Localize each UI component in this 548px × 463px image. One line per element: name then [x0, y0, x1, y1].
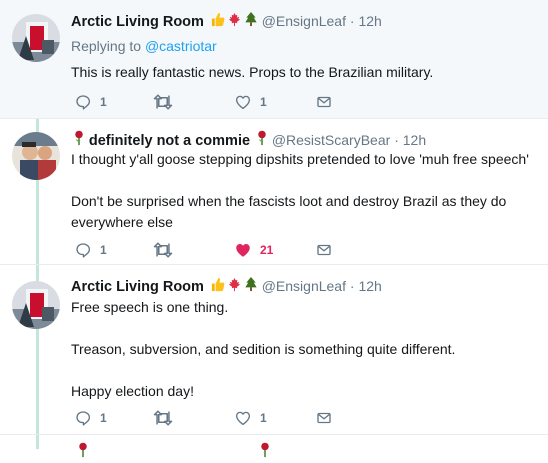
- user-handle[interactable]: @EnsignLeaf: [262, 13, 346, 29]
- retweet-icon: [153, 410, 173, 426]
- tweet-paragraph: I thought y'all goose stepping dipshits …: [71, 151, 529, 167]
- retweet-icon: [153, 242, 173, 258]
- separator-dot: ·: [349, 13, 355, 29]
- evergreen-tree-icon: [244, 276, 258, 298]
- retweet-button[interactable]: [152, 408, 182, 428]
- replying-to-context: Replying to @castriotar: [71, 38, 217, 54]
- timestamp[interactable]: 12h: [358, 278, 381, 294]
- envelope-icon: [317, 412, 331, 424]
- like-count: 1: [260, 95, 267, 109]
- evergreen-tree-icon: [244, 11, 258, 33]
- tweet-text: Free speech is one thing. Treason, subve…: [71, 297, 538, 402]
- like-count: 1: [260, 411, 267, 425]
- thumbs-up-icon: [210, 276, 225, 298]
- tweet-paragraph: This is really fantastic news. Props to …: [71, 64, 434, 80]
- tweet-paragraph: Don't be surprised when the fascists loo…: [71, 193, 507, 230]
- heart-outline-icon: [235, 95, 251, 110]
- tweet-header: definitely not a commie @ResistScaryBear…: [71, 129, 540, 151]
- tweet-paragraph: Treason, subversion, and sedition is som…: [71, 341, 456, 357]
- timestamp[interactable]: 12h: [358, 13, 381, 29]
- reply-count: 1: [100, 95, 107, 109]
- reply-count: 1: [100, 411, 107, 425]
- rose-icon: [77, 442, 89, 463]
- retweet-button[interactable]: [152, 240, 182, 260]
- tweet-header: Arctic Living Room @EnsignLeaf · 12h: [71, 275, 540, 297]
- separator-dot: ·: [394, 132, 399, 148]
- direct-message-button[interactable]: [315, 92, 333, 112]
- tweet-paragraph: Happy election day!: [71, 383, 194, 399]
- separator-dot: ·: [349, 278, 355, 294]
- reply-icon: [76, 243, 91, 258]
- reply-count: 1: [100, 243, 107, 257]
- maple-leaf-icon: [227, 11, 242, 33]
- avatar[interactable]: [12, 14, 60, 62]
- timestamp[interactable]: 12h: [403, 132, 426, 148]
- reply-button[interactable]: 1: [74, 92, 107, 112]
- avatar[interactable]: [12, 281, 60, 329]
- tweet[interactable]: Arctic Living Room @EnsignLeaf · 12h Rep…: [0, 0, 548, 118]
- reply-button[interactable]: 1: [74, 408, 107, 428]
- reply-button[interactable]: 1: [74, 240, 107, 260]
- direct-message-button[interactable]: [315, 408, 333, 428]
- replying-to-label: Replying to: [71, 38, 142, 54]
- tweet-text: I thought y'all goose stepping dipshits …: [71, 149, 538, 233]
- envelope-icon: [317, 96, 331, 108]
- maple-leaf-icon: [227, 276, 242, 298]
- user-handle[interactable]: @ResistScaryBear: [272, 132, 390, 148]
- thumbs-up-icon: [210, 11, 225, 33]
- avatar[interactable]: [12, 132, 60, 180]
- like-button[interactable]: 1: [234, 92, 267, 112]
- like-count: 21: [260, 243, 274, 257]
- like-button[interactable]: 21: [234, 240, 273, 260]
- user-handle[interactable]: @EnsignLeaf: [262, 278, 346, 294]
- tweet-actions: 1 21: [71, 240, 371, 260]
- tweet[interactable]: Arctic Living Room @EnsignLeaf · 12h Fre…: [0, 264, 548, 435]
- display-name[interactable]: definitely not a commie: [89, 133, 250, 149]
- direct-message-button[interactable]: [315, 240, 333, 260]
- tweet-actions: 1 1: [71, 92, 371, 112]
- envelope-icon: [317, 244, 331, 256]
- rose-icon: [259, 442, 271, 463]
- retweet-icon: [153, 94, 173, 110]
- tweet-text: This is really fantastic news. Props to …: [71, 62, 538, 83]
- display-name[interactable]: Arctic Living Room: [71, 14, 204, 30]
- tweet-header: Arctic Living Room @EnsignLeaf · 12h: [71, 10, 540, 32]
- tweet[interactable]: definitely not a commie @ResistScaryBear…: [0, 118, 548, 265]
- tweet-partial[interactable]: [0, 434, 548, 458]
- reply-icon: [76, 95, 91, 110]
- reply-icon: [76, 411, 91, 426]
- heart-outline-icon: [235, 411, 251, 426]
- heart-filled-icon: [236, 244, 250, 257]
- display-name[interactable]: Arctic Living Room: [71, 279, 204, 295]
- tweet-actions: 1 1: [71, 408, 371, 428]
- like-button[interactable]: 1: [234, 408, 267, 428]
- tweet-paragraph: Free speech is one thing.: [71, 299, 229, 315]
- replying-to-mention[interactable]: @castriotar: [145, 38, 217, 54]
- retweet-button[interactable]: [152, 92, 182, 112]
